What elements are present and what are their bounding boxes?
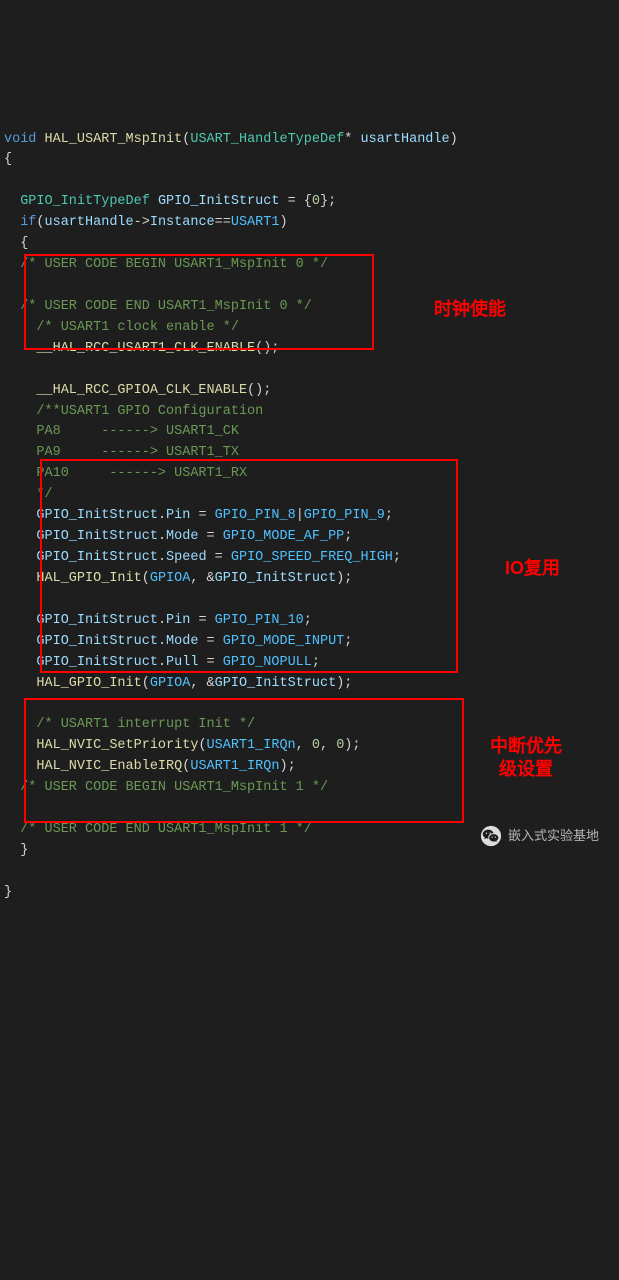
- const-nopull: GPIO_NOPULL: [223, 655, 312, 670]
- brace-close-inner: }: [20, 843, 28, 858]
- fn-name: HAL_USART_MspInit: [45, 132, 183, 147]
- param-type: USART_HandleTypeDef: [190, 132, 344, 147]
- const-mode-input: GPIO_MODE_INPUT: [223, 634, 345, 649]
- const-pin10: GPIO_PIN_10: [215, 613, 304, 628]
- annotation-io-multiplex: IO复用: [505, 557, 560, 580]
- comment: /* USER CODE BEGIN USART1_MspInit 0 */: [20, 257, 328, 272]
- fn-rcc-usart1: __HAL_RCC_USART1_CLK_ENABLE: [36, 341, 255, 356]
- annotation-irq-line1: 中断优先: [490, 736, 562, 756]
- code-editor: void HAL_USART_MspInit(USART_HandleTypeD…: [4, 109, 619, 904]
- const-usart1: USART1: [231, 215, 280, 230]
- brace-open: {: [4, 152, 12, 167]
- comment: /* USER CODE END USART1_MspInit 1 */: [20, 822, 312, 837]
- brace-open-inner: {: [20, 236, 28, 251]
- comment: /* USART1 interrupt Init */: [20, 717, 255, 732]
- comment: */: [20, 487, 52, 502]
- comment: PA8 ------> USART1_CK: [20, 424, 239, 439]
- decl-var: GPIO_InitStruct: [158, 194, 280, 209]
- const-pin8: GPIO_PIN_8: [215, 508, 296, 523]
- watermark: 嵌入式实验基地: [480, 825, 599, 847]
- fn-rcc-gpioa: __HAL_RCC_GPIOA_CLK_ENABLE: [36, 383, 247, 398]
- comment: PA10 ------> USART1_RX: [20, 466, 247, 481]
- annotation-irq-priority: 中断优先 级设置: [490, 735, 562, 782]
- param-name: usartHandle: [361, 132, 450, 147]
- kw-void: void: [4, 132, 36, 147]
- comment: /* USER CODE END USART1_MspInit 0 */: [20, 299, 312, 314]
- comment: /* USER CODE BEGIN USART1_MspInit 1 */: [20, 780, 328, 795]
- annotation-irq-line2: 级设置: [499, 759, 553, 779]
- comment: PA9 ------> USART1_TX: [20, 445, 239, 460]
- kw-if: if: [20, 215, 36, 230]
- comment-clock-enable: /* USART1 clock enable */: [20, 320, 239, 335]
- const-speed: GPIO_SPEED_FREQ_HIGH: [231, 550, 393, 565]
- const-irqn: USART1_IRQn: [207, 738, 296, 753]
- decl-type: GPIO_InitTypeDef: [20, 194, 150, 209]
- brace-close: }: [4, 885, 12, 900]
- annotation-clock-enable: 时钟使能: [434, 298, 506, 321]
- const-pin9: GPIO_PIN_9: [304, 508, 385, 523]
- watermark-text: 嵌入式实验基地: [508, 826, 599, 846]
- fn-nvic-setpriority: HAL_NVIC_SetPriority: [36, 738, 198, 753]
- comment: /**USART1 GPIO Configuration: [20, 404, 263, 419]
- wechat-icon: [480, 825, 502, 847]
- const-af-pp: GPIO_MODE_AF_PP: [223, 529, 345, 544]
- fn-gpio-init: HAL_GPIO_Init: [36, 571, 141, 586]
- fn-nvic-enableirq: HAL_NVIC_EnableIRQ: [36, 759, 182, 774]
